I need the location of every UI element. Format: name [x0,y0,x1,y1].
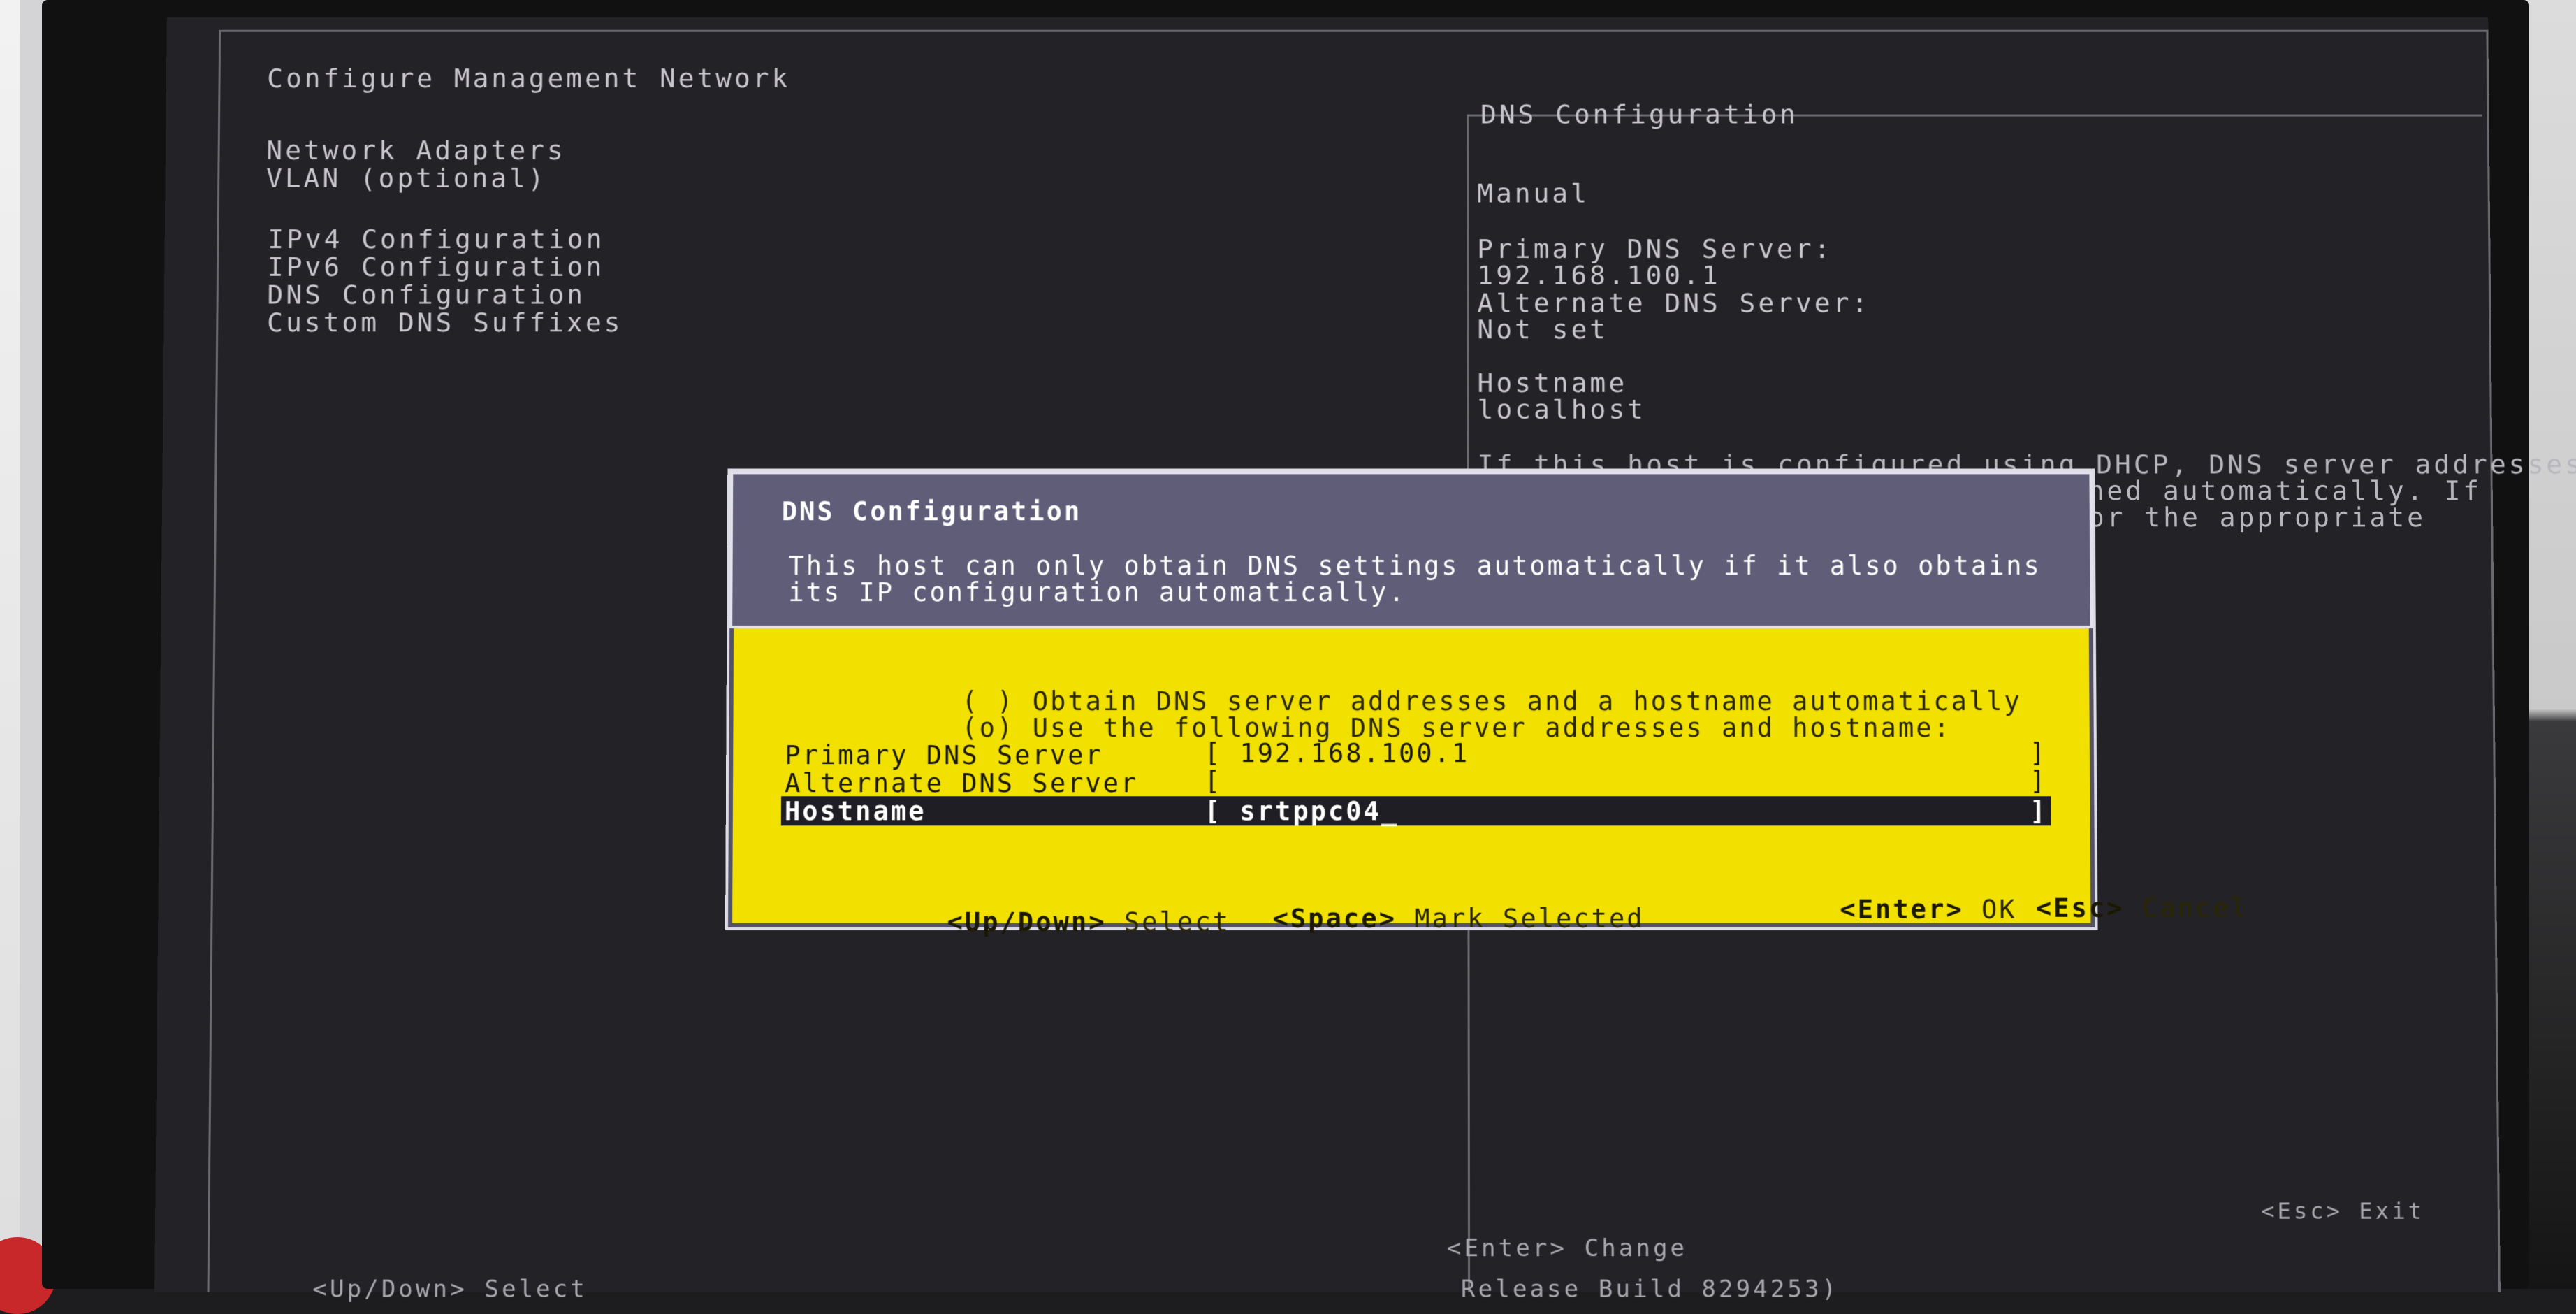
footer-space-mark: <Space> Mark Selected [1096,874,1645,965]
dialog-title: DNS Configuration [782,496,1082,526]
radio-use-following-marker: (o) [961,713,1014,743]
primary-dns-input-value: 192.168.100.1 [1239,738,1469,768]
hostname-value: localhost [1478,394,1647,425]
esc-action: Cancel [2142,893,2248,923]
esc-key: <Esc> [2036,893,2125,923]
updown-key: <Up/Down> [947,907,1106,937]
menu-item-ipv4[interactable]: IPv4 Configuration [268,224,604,254]
monitor-bezel: Configure Management Network Network Ada… [42,0,2529,1289]
menu-item-custom-dns-suffixes[interactable]: Custom DNS Suffixes [267,307,623,338]
primary-dns-value: 192.168.100.1 [1477,260,1720,291]
dialog-description-line-1: This host can only obtain DNS settings a… [788,551,2042,581]
select-hint: <Up/Down> Select [312,1275,588,1303]
panel-title: DNS Configuration [1480,99,1798,130]
enter-change-hint: <Enter> Change [1447,1234,1687,1262]
menu-item-network-adapters[interactable]: Network Adapters [266,135,566,166]
dns-configuration-dialog: DNS Configuration This host can only obt… [725,468,2098,930]
alternate-dns-field-label: Alternate DNS Server [785,768,1138,798]
hostname-field-row[interactable]: Hostname [ srtppc04_ ] [781,796,2051,825]
window-title: Configure Management Network [267,63,790,94]
alternate-dns-input[interactable]: [ [1205,766,1240,796]
help-text-line-3: or the appropriate [2088,502,2426,533]
menu-item-vlan[interactable]: VLAN (optional) [266,163,547,194]
primary-dns-bracket-end: ] [2030,738,2048,768]
cancel-button[interactable]: <Esc> Cancel [1858,862,2248,953]
hostname-bracket-end: ] [2030,796,2048,826]
radio-use-following-label: Use the following DNS server addresses a… [1033,713,1951,743]
build-text: Release Build 8294253) [1461,1275,1839,1303]
dcui-screen: Configure Management Network Network Ada… [154,17,2501,1292]
hostname-input-value: srtppc04_ [1239,796,1399,826]
primary-dns-field-label: Primary DNS Server [785,740,1103,770]
alternate-dns-value: Not set [1477,314,1608,345]
space-action: Mark Selected [1414,904,1644,934]
hostname-field-label: Hostname [785,796,926,826]
dialog-header: DNS Configuration This host can only obt… [729,471,2093,628]
hostname-input[interactable]: [ srtppc04_ [1205,796,1399,826]
primary-dns-input[interactable]: [ 192.168.100.1 [1205,738,1470,768]
dialog-description-line-2: its IP configuration automatically. [788,577,1406,607]
alternate-dns-bracket-end: ] [2030,766,2048,796]
desk-background: Configure Management Network Network Ada… [0,0,2576,1289]
menu-item-dns-configuration[interactable]: DNS Configuration [267,280,585,310]
space-key: <Space> [1273,904,1397,934]
esc-exit-hint: <Esc> Exit [2261,1197,2424,1224]
dns-mode-value: Manual [1477,178,1589,209]
menu-item-ipv6[interactable]: IPv6 Configuration [268,252,605,282]
